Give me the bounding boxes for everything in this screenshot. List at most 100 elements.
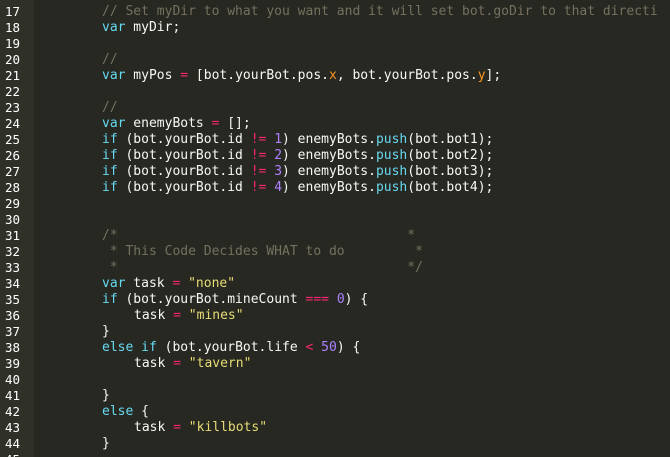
code-token-keyword: if [102,292,118,307]
code-token-operator: != [250,164,267,179]
code-token-method: push [375,148,408,163]
line-number: 33 [5,260,21,275]
code-token-number: 0 [336,292,345,307]
code-token-plain: (bot.yourBot.mineCount [117,292,306,307]
code-line[interactable]: } [102,324,110,340]
line-number-gutter: 17 18 19 20 21 22 23 24 25 26 27 28 29 30 31 32 33 34 35 36… [0,0,34,457]
code-token-operator: != [250,148,267,163]
code-line[interactable]: /* * [102,228,415,244]
code-line[interactable]: var myDir; [102,20,180,36]
line-number: 35 [5,292,21,307]
line-number: 38 [5,340,21,355]
line-number: 26 [5,148,21,163]
code-line[interactable]: else { [102,404,149,420]
code-token-keyword: else if [102,340,157,355]
code-line[interactable]: * */ [102,260,423,276]
code-line[interactable]: var myPos = [bot.yourBot.pos.x, bot.your… [102,68,501,84]
code-line[interactable]: task = "killbots" [134,420,267,436]
code-token-comment: /* * [102,228,416,243]
code-token-keyword: if [102,180,118,195]
code-token-plain: enemyBots [125,116,212,131]
code-line[interactable]: // Set myDir to what you want and it wil… [102,4,658,20]
code-token-plain: (bot.bot2); [407,148,494,163]
code-line[interactable]: } [102,388,110,404]
line-number: 32 [5,244,21,259]
code-token-operator: != [250,180,267,195]
code-line[interactable]: var task = "none" [102,276,235,292]
code-token-plain: task [134,356,174,371]
line-number: 21 [5,68,21,83]
code-line[interactable]: if (bot.yourBot.id != 2) enemyBots.push(… [102,148,493,164]
line-number: 44 [5,436,21,451]
code-token-plain: } [102,388,110,403]
code-line[interactable]: if (bot.yourBot.mineCount === 0) { [102,292,368,308]
line-number: 23 [5,100,21,115]
code-token-keyword: var [102,68,126,83]
code-token-comment: // Set myDir to what you want and it wil… [102,4,658,19]
code-token-plain: ]; [485,68,502,83]
line-number: 17 [5,4,21,19]
code-token-comment: // [102,100,118,115]
line-number: 34 [5,276,21,291]
line-number: 43 [5,420,21,435]
code-token-plain: [bot.yourBot.pos. [188,68,329,83]
code-token-number: 4 [274,180,283,195]
code-token-plain: ) { [336,340,361,355]
code-line[interactable]: task = "mines" [134,308,244,324]
code-line[interactable]: task = "tavern" [134,356,251,372]
code-token-plain: { [133,404,149,419]
code-line[interactable]: if (bot.yourBot.id != 1) enemyBots.push(… [102,132,493,148]
code-token-plain: (bot.yourBot.id [117,180,251,195]
code-token-plain: , bot.yourBot.pos. [336,68,478,83]
code-token-plain: myDir; [125,20,181,35]
code-token-keyword: var [102,276,126,291]
code-token-plain: ) enemyBots. [282,180,376,195]
code-line[interactable]: if (bot.yourBot.id != 4) enemyBots.push(… [102,180,493,196]
code-token-keyword: if [102,132,118,147]
line-number: 42 [5,404,21,419]
code-token-keyword: if [102,148,118,163]
code-token-operator: = [173,356,181,371]
code-line[interactable]: var enemyBots = []; [102,116,251,132]
code-token-prop: y [477,68,486,83]
code-line[interactable]: // [102,52,118,68]
line-number: 41 [5,388,21,403]
code-token-plain: (bot.bot3); [407,164,494,179]
code-line[interactable]: } [102,436,110,452]
code-token-string: "none" [188,276,236,291]
code-token-comment: * This Code Decides WHAT to do * [102,244,423,259]
code-token-method: push [375,180,408,195]
line-number: 24 [5,116,21,131]
line-number: 39 [5,356,21,371]
code-token-operator: = [173,308,181,323]
code-token-number: 2 [274,148,283,163]
code-line[interactable]: * This Code Decides WHAT to do * [102,244,423,260]
code-token-operator: = [180,68,189,83]
code-area[interactable]: // Set myDir to what you want and it wil… [34,0,670,457]
line-number: 19 [5,36,21,51]
code-editor[interactable]: 17 18 19 20 21 22 23 24 25 26 27 28 29 30 31 32 33 34 35 36… [0,0,670,457]
code-line[interactable]: // [102,100,118,116]
line-number: 40 [5,372,21,387]
code-token-method: push [375,132,408,147]
code-token-number: 1 [274,132,283,147]
line-number: 28 [5,180,21,195]
code-token-plain: ) enemyBots. [282,132,376,147]
code-token-comment: * */ [102,260,423,275]
code-token-keyword: var [102,116,126,131]
code-token-plain: (bot.yourBot.life [156,340,306,355]
code-line[interactable]: if (bot.yourBot.id != 3) enemyBots.push(… [102,164,493,180]
code-token-plain: ) enemyBots. [282,164,376,179]
line-number: 25 [5,132,21,147]
code-token-keyword: else [102,404,134,419]
code-line[interactable]: else if (bot.yourBot.life < 50) { [102,340,360,356]
code-token-string: "mines" [188,308,244,323]
code-token-plain: task [134,420,174,435]
code-token-plain: myPos [125,68,181,83]
code-token-plain: (bot.yourBot.id [117,164,251,179]
